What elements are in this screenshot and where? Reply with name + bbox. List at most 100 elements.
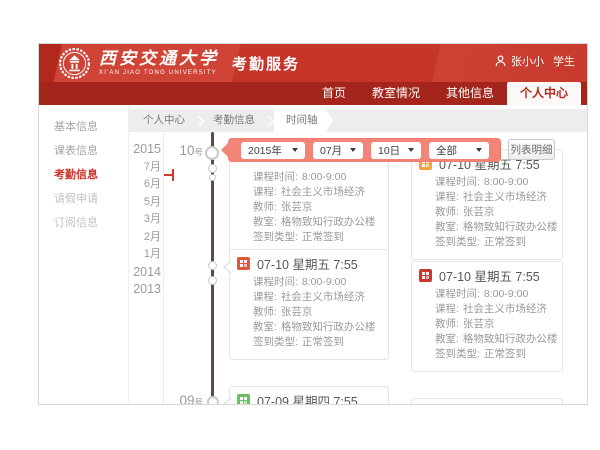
caret-down-icon bbox=[292, 148, 298, 152]
university-name-zh: 西安交通大学 bbox=[99, 51, 219, 68]
university-name: 西安交通大学 XI'AN JIAO TONG UNIVERSITY bbox=[99, 51, 219, 76]
attendance-stamp-icon bbox=[237, 394, 250, 406]
sidebar-item-timetable[interactable]: 课表信息 bbox=[39, 139, 128, 163]
timeline-nav-2015[interactable]: 2015 bbox=[133, 141, 161, 159]
timeline-nav-feb[interactable]: 2月 bbox=[144, 229, 161, 247]
field-label: 课程时间: bbox=[253, 276, 298, 288]
caret-down-icon bbox=[408, 148, 414, 152]
field-value: 8:00-9:00 bbox=[302, 276, 346, 288]
current-month-marker bbox=[164, 174, 173, 176]
content-area: 基本信息 课表信息 考勤信息 请假申请 订阅信息 个人中心 考勤信息 时间轴 2… bbox=[39, 105, 587, 405]
tab-personal-center[interactable]: 个人中心 bbox=[507, 82, 581, 105]
day-dropdown-value: 10日 bbox=[378, 143, 400, 158]
breadcrumb: 个人中心 考勤信息 时间轴 bbox=[129, 109, 587, 132]
field-label: 课程: bbox=[253, 186, 277, 198]
timeline-node bbox=[205, 146, 219, 160]
field-value: 社会主义市场经济 bbox=[281, 291, 365, 303]
field-label: 课程时间: bbox=[435, 288, 480, 300]
timeline-nav-mar[interactable]: 3月 bbox=[144, 211, 161, 229]
chevron-right-icon bbox=[193, 115, 204, 126]
field-label: 课程: bbox=[253, 291, 277, 303]
timeline-node bbox=[208, 261, 217, 270]
field-value: 社会主义市场经济 bbox=[463, 303, 547, 315]
sidebar-item-subscription[interactable]: 订阅信息 bbox=[39, 211, 128, 235]
field-value: 正常签到 bbox=[302, 336, 344, 348]
day-marker-09: 09号 bbox=[169, 392, 203, 405]
year-dropdown[interactable]: 2015年 bbox=[241, 142, 305, 159]
timeline-nav-jul[interactable]: 7月 bbox=[144, 159, 161, 177]
university-name-en: XI'AN JIAO TONG UNIVERSITY bbox=[99, 70, 219, 76]
field-label: 签到类型: bbox=[435, 236, 480, 248]
user-role: 学生 bbox=[553, 53, 575, 69]
field-value: 8:00-9:00 bbox=[302, 171, 346, 183]
timeline-nav-2014[interactable]: 2014 bbox=[133, 264, 161, 282]
field-value: 张芸京 bbox=[463, 206, 495, 218]
timeline-nav-jan[interactable]: 1月 bbox=[144, 246, 161, 264]
breadcrumb-attendance[interactable]: 考勤信息 bbox=[204, 109, 264, 132]
field-value: 张芸京 bbox=[281, 306, 313, 318]
field-label: 签到类型: bbox=[435, 348, 480, 360]
breadcrumb-timeline[interactable]: 时间轴 bbox=[274, 109, 334, 132]
tab-other-info[interactable]: 其他信息 bbox=[433, 82, 507, 105]
card-pointer bbox=[223, 397, 231, 405]
user-profile[interactable]: 张小小 学生 bbox=[495, 53, 575, 69]
main-panel: 个人中心 考勤信息 时间轴 2015 7月 6月 5月 3月 2月 1月 201… bbox=[129, 105, 587, 405]
attendance-stamp-icon bbox=[419, 269, 432, 282]
main-nav: 首页 教室情况 其他信息 个人中心 bbox=[39, 82, 587, 105]
day-marker-10: 10号 bbox=[169, 142, 203, 160]
sidebar-item-leave-request[interactable]: 请假申请 bbox=[39, 187, 128, 211]
caret-down-icon bbox=[476, 148, 482, 152]
category-dropdown[interactable]: 全部 bbox=[429, 142, 489, 159]
tab-classrooms[interactable]: 教室情况 bbox=[359, 82, 433, 105]
card-date-title: 07-10 星期五 7:55 bbox=[439, 266, 540, 285]
attendance-card-partial bbox=[411, 398, 563, 405]
field-value: 正常签到 bbox=[302, 231, 344, 243]
field-value: 社会主义市场经济 bbox=[281, 186, 365, 198]
attendance-card: 07-10 星期五 7:55 课程时间:8:00-9:00 课程:社会主义市场经… bbox=[411, 261, 563, 372]
field-value: 8:00-9:00 bbox=[484, 176, 528, 188]
month-dropdown[interactable]: 07月 bbox=[313, 142, 363, 159]
sidebar-item-attendance[interactable]: 考勤信息 bbox=[39, 163, 128, 187]
field-value: 正常签到 bbox=[484, 236, 526, 248]
field-value: 格物致知行政办公楼 bbox=[281, 321, 376, 333]
timeline-node bbox=[208, 276, 217, 285]
card-date-title: 07-09 星期四 7:55 bbox=[257, 391, 358, 406]
field-value: 张芸京 bbox=[281, 201, 313, 213]
field-value: 格物致知行政办公楼 bbox=[281, 216, 376, 228]
attendance-card: 07-09 星期四 7:55 bbox=[229, 386, 389, 405]
field-value: 格物致知行政办公楼 bbox=[463, 333, 558, 345]
page-title: 考勤服务 bbox=[232, 53, 300, 74]
attendance-stamp-icon bbox=[237, 257, 250, 270]
field-value: 正常签到 bbox=[484, 348, 526, 360]
month-dropdown-value: 07月 bbox=[320, 143, 342, 158]
timeline-node bbox=[207, 396, 219, 405]
university-seal-logo bbox=[58, 47, 91, 80]
field-value: 格物致知行政办公楼 bbox=[463, 221, 558, 233]
field-label: 教师: bbox=[253, 306, 277, 318]
breadcrumb-personal-center[interactable]: 个人中心 bbox=[134, 109, 194, 132]
caret-down-icon bbox=[350, 148, 356, 152]
sidebar-item-basic-info[interactable]: 基本信息 bbox=[39, 115, 128, 139]
chevron-right-icon bbox=[263, 115, 274, 126]
field-label: 签到类型: bbox=[253, 231, 298, 243]
attendance-card: 07-10 星期五 7:55 课程时间: 8:00-9:00 课程: 社会主义市场经… bbox=[229, 249, 389, 360]
card-date-title: 07-10 星期五 7:55 bbox=[257, 254, 358, 273]
category-dropdown-value: 全部 bbox=[436, 143, 457, 158]
card-pointer bbox=[223, 260, 231, 274]
timeline-nav-may[interactable]: 5月 bbox=[144, 194, 161, 212]
timeline-nav: 2015 7月 6月 5月 3月 2月 1月 2014 2013 bbox=[129, 141, 161, 299]
field-label: 课程: bbox=[435, 303, 459, 315]
field-label: 课程时间: bbox=[253, 171, 298, 183]
timeline-nav-jun[interactable]: 6月 bbox=[144, 176, 161, 194]
day-dropdown[interactable]: 10日 bbox=[371, 142, 421, 159]
field-label: 课程: bbox=[435, 191, 459, 203]
tab-home[interactable]: 首页 bbox=[309, 82, 359, 105]
field-label: 教室: bbox=[253, 321, 277, 333]
divider bbox=[163, 132, 164, 405]
filter-bar: 2015年 07月 10日 全部 bbox=[228, 138, 501, 162]
app-header: 西安交通大学 XI'AN JIAO TONG UNIVERSITY 考勤服务 张… bbox=[39, 44, 587, 82]
list-detail-button[interactable]: 列表明细 bbox=[508, 139, 555, 160]
user-icon bbox=[495, 55, 506, 67]
app-window: 西安交通大学 XI'AN JIAO TONG UNIVERSITY 考勤服务 张… bbox=[38, 43, 588, 405]
timeline-nav-2013[interactable]: 2013 bbox=[133, 281, 161, 299]
